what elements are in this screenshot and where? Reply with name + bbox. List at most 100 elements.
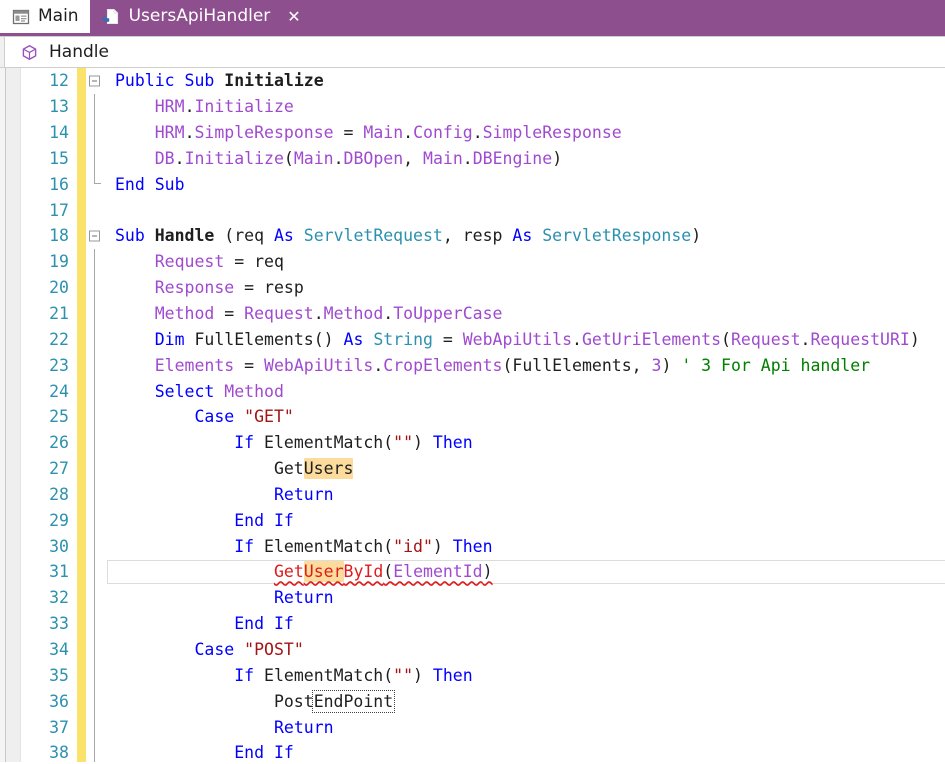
error-squiggle: GetUserById(ElementId)	[273, 561, 493, 583]
code-text: End Sub	[115, 174, 185, 194]
code-line[interactable]: 19 Request = req	[21, 248, 945, 275]
fold-guide-line	[94, 93, 95, 120]
line-number: 36	[49, 691, 69, 711]
code-line[interactable]: 16 End Sub	[21, 171, 945, 198]
fold-margin[interactable]	[86, 223, 107, 249]
fold-guide-line	[94, 481, 95, 508]
code-line[interactable]: 36 PostEndPoint	[21, 688, 945, 715]
code-text: PostEndPoint	[115, 689, 396, 713]
change-bar	[77, 171, 86, 198]
code-text: End If	[234, 510, 294, 530]
code-line[interactable]: 22 Dim FullElements() As String = WebApi…	[21, 326, 945, 353]
code-line[interactable]: 23 Elements = WebApiUtils.CropElements(F…	[21, 352, 945, 379]
code-line[interactable]: 25 Case "GET"	[21, 403, 945, 430]
rename-field-marker[interactable]: EndPoint	[311, 689, 396, 713]
tab-label: Main	[38, 6, 79, 26]
fold-margin	[86, 533, 107, 560]
fold-margin	[86, 352, 107, 379]
change-bar	[77, 326, 86, 353]
fold-margin	[86, 507, 107, 534]
code-line[interactable]: 33 End If	[21, 610, 945, 637]
code-line[interactable]: 24 Select Method	[21, 378, 945, 404]
code-line[interactable]: 37 Return	[21, 714, 945, 740]
fold-guide-line	[94, 662, 95, 689]
code-text: HRM.SimpleResponse = Main.Config.SimpleR…	[154, 123, 622, 143]
fold-margin	[86, 481, 107, 508]
change-bar	[77, 559, 86, 585]
code-line[interactable]: 30 If ElementMatch("id") Then	[21, 533, 945, 560]
code-text: Sub Handle (req As ServletRequest, resp …	[115, 226, 702, 246]
change-bar	[77, 68, 86, 94]
fold-margin[interactable]	[86, 68, 107, 94]
line-number: 31	[49, 562, 69, 582]
line-number: 20	[49, 278, 69, 298]
code-line[interactable]: 26 If ElementMatch("") Then	[21, 429, 945, 456]
code-text: Case "GET"	[194, 407, 294, 427]
code-line[interactable]: 15 DB.Initialize(Main.DBOpen, Main.DBEng…	[21, 145, 945, 172]
fold-guide-line	[94, 714, 95, 740]
code-lines[interactable]: 12 Public Sub Initialize 13 HRM.Initiali…	[21, 68, 945, 762]
code-text: Select Method	[154, 381, 284, 401]
code-line-current[interactable]: 31 GetUserById(ElementId)	[21, 559, 945, 585]
code-line[interactable]: 34 Case "POST"	[21, 636, 945, 663]
fold-margin	[86, 584, 107, 611]
line-number: 17	[49, 200, 69, 220]
line-number: 33	[49, 614, 69, 634]
fold-margin	[86, 248, 107, 275]
code-text: HRM.Initialize	[154, 97, 294, 117]
code-text: If ElementMatch("id") Then	[234, 536, 493, 556]
breakpoint-margin[interactable]	[0, 68, 21, 762]
tab-close-button[interactable]: ✕	[284, 7, 303, 27]
fold-margin	[86, 714, 107, 740]
fold-guide-line	[94, 300, 95, 327]
fold-margin	[86, 326, 107, 353]
code-line[interactable]: 21 Method = Request.Method.ToUpperCase	[21, 300, 945, 327]
fold-collapse-icon[interactable]	[89, 230, 100, 242]
fold-margin	[86, 559, 107, 585]
change-bar	[77, 455, 86, 482]
code-line[interactable]: 12 Public Sub Initialize	[21, 68, 945, 94]
fold-margin	[86, 662, 107, 689]
fold-guide-line	[94, 533, 95, 560]
code-line[interactable]: 18 Sub Handle (req As ServletRequest, re…	[21, 223, 945, 249]
code-line[interactable]: 32 Return	[21, 584, 945, 611]
change-bar	[77, 119, 86, 146]
fold-margin	[86, 688, 107, 715]
line-number: 27	[49, 459, 69, 479]
fold-guide-line	[94, 429, 95, 456]
line-number: 23	[49, 355, 69, 375]
line-number: 28	[49, 484, 69, 504]
line-number: 22	[49, 329, 69, 349]
code-line[interactable]: 27 GetUsers	[21, 455, 945, 482]
fold-guide-line	[94, 248, 95, 275]
fold-margin	[86, 636, 107, 663]
code-text: GetUsers	[115, 458, 354, 480]
fold-collapse-icon[interactable]	[89, 75, 100, 87]
fold-margin	[86, 378, 107, 404]
code-line[interactable]: 13 HRM.Initialize	[21, 93, 945, 120]
fold-margin	[86, 429, 107, 456]
code-line[interactable]: 38 End If	[21, 739, 945, 762]
fold-guide-line	[94, 119, 95, 146]
code-text: Dim FullElements() As String = WebApiUti…	[154, 329, 920, 349]
tab-main[interactable]: Main	[0, 0, 90, 36]
code-text: If ElementMatch("") Then	[234, 665, 473, 685]
code-text: Response = resp	[154, 278, 304, 298]
breadcrumb: Handle	[0, 36, 945, 68]
change-bar	[77, 274, 86, 301]
code-line[interactable]: 20 Response = resp	[21, 274, 945, 301]
line-number: 37	[49, 717, 69, 737]
fold-margin	[86, 145, 107, 172]
tab-usersapihandler[interactable]: UsersApiHandler ✕	[89, 0, 315, 36]
change-bar	[77, 223, 86, 249]
code-line[interactable]: 28 Return	[21, 481, 945, 508]
code-line[interactable]: 17	[21, 197, 945, 224]
code-line[interactable]: 14 HRM.SimpleResponse = Main.Config.Simp…	[21, 119, 945, 146]
change-bar	[77, 714, 86, 740]
search-match-highlight: User	[303, 561, 344, 583]
code-line[interactable]: 29 End If	[21, 507, 945, 534]
line-number: 24	[49, 381, 69, 401]
code-line[interactable]: 35 If ElementMatch("") Then	[21, 662, 945, 689]
line-number: 38	[49, 743, 69, 762]
code-editor[interactable]: 12 Public Sub Initialize 13 HRM.Initiali…	[0, 68, 945, 762]
